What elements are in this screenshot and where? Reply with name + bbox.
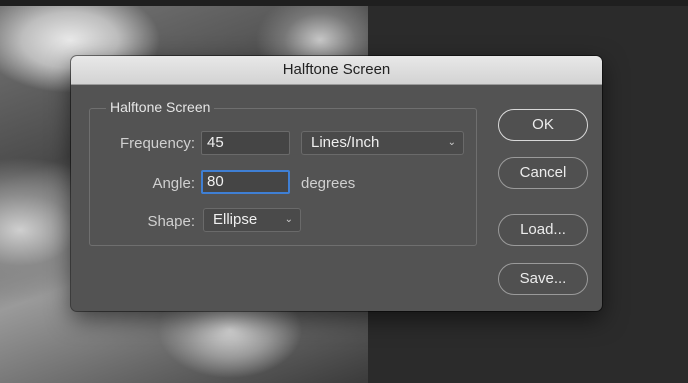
shape-label: Shape:	[147, 213, 195, 230]
frequency-unit-select[interactable]: Lines/Inch ⌄	[301, 131, 464, 155]
chevron-down-icon: ⌄	[284, 214, 293, 225]
angle-input[interactable]: 80	[201, 170, 290, 194]
group-title: Halftone Screen	[106, 99, 215, 115]
ok-button[interactable]: OK	[498, 109, 588, 141]
angle-unit-label: degrees	[301, 175, 356, 192]
halftone-screen-dialog: Halftone Screen Halftone Screen Frequenc…	[71, 56, 602, 311]
angle-label: Angle:	[152, 175, 195, 192]
shape-value: Ellipse	[213, 211, 258, 228]
save-button[interactable]: Save...	[498, 263, 588, 295]
load-button[interactable]: Load...	[498, 214, 588, 246]
frequency-input[interactable]: 45	[201, 131, 290, 155]
shape-select[interactable]: Ellipse ⌄	[203, 208, 301, 232]
frequency-label: Frequency:	[119, 135, 195, 152]
frequency-unit-value: Lines/Inch	[311, 134, 380, 151]
chevron-down-icon: ⌄	[447, 137, 456, 148]
canvas-top-edge	[0, 0, 688, 6]
cancel-button[interactable]: Cancel	[498, 157, 588, 189]
dialog-title: Halftone Screen	[71, 56, 602, 85]
